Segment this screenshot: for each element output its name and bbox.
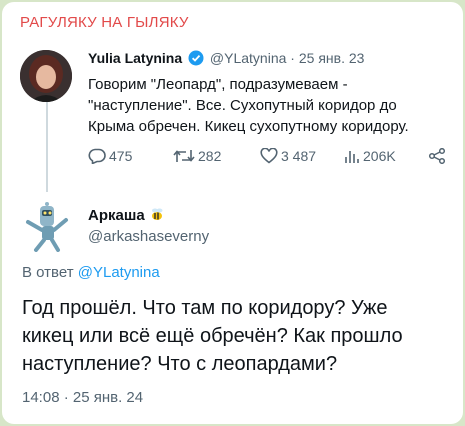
retweet-count: 282 bbox=[198, 148, 222, 164]
reply-author-name[interactable]: Аркаша bbox=[88, 206, 165, 226]
verified-badge-icon bbox=[188, 50, 204, 69]
share-action[interactable] bbox=[428, 148, 446, 164]
retweet-icon bbox=[173, 148, 195, 164]
reply-tweet-text: Год прошёл. Что там по коридору? Уже кик… bbox=[22, 294, 452, 378]
message-bubble: РАГУЛЯКУ НА ГЫЛЯКУ Yulia Latynina @YLaty… bbox=[2, 2, 463, 424]
thread-line bbox=[46, 102, 48, 192]
quoted-author-name[interactable]: Yulia Latynina bbox=[88, 50, 182, 66]
views-action[interactable]: 206K bbox=[344, 148, 396, 164]
retweet-action[interactable]: 282 bbox=[173, 148, 221, 164]
quoted-text-line: Крыма обречен. Кикец сухопутному коридор… bbox=[88, 118, 409, 135]
dot-separator: · bbox=[290, 50, 295, 66]
reply-to-line: В ответ @YLatynina bbox=[22, 264, 160, 281]
avatar-arkasha[interactable] bbox=[20, 200, 72, 252]
reply-action[interactable]: 475 bbox=[88, 148, 132, 164]
quoted-tweet-header: Yulia Latynina @YLatynina · 25 янв. 23 bbox=[88, 50, 364, 69]
reply-icon bbox=[88, 148, 106, 164]
quoted-date[interactable]: 25 янв. 23 bbox=[299, 50, 365, 66]
avatar-yulia-latynina[interactable] bbox=[20, 50, 72, 102]
like-count: 3 487 bbox=[281, 148, 317, 164]
quoted-tweet-text: Говорим "Леопард", подразумеваем - "наст… bbox=[88, 74, 458, 137]
reply-text-line: кикец или всё ещё обречён? Как прошло bbox=[22, 325, 403, 347]
channel-title[interactable]: РАГУЛЯКУ НА ГЫЛЯКУ bbox=[20, 14, 189, 31]
share-icon bbox=[428, 148, 446, 164]
reply-author-name-text: Аркаша bbox=[88, 207, 145, 224]
heart-icon bbox=[260, 148, 278, 164]
reply-to-prefix: В ответ bbox=[22, 264, 74, 281]
bee-emoji-icon bbox=[149, 206, 165, 226]
views-count: 206K bbox=[363, 148, 396, 164]
reply-text-line: Год прошёл. Что там по коридору? Уже bbox=[22, 297, 388, 319]
quoted-author-handle[interactable]: @YLatynina bbox=[210, 50, 286, 66]
reply-author-handle[interactable]: @arkashaseverny bbox=[88, 228, 209, 245]
quoted-text-line: "наступление". Все. Сухопутный коридор д… bbox=[88, 97, 397, 114]
reply-count: 475 bbox=[109, 148, 133, 164]
reply-text-line: наступление? Что с леопардами? bbox=[22, 353, 338, 375]
like-action[interactable]: 3 487 bbox=[260, 148, 316, 164]
views-icon bbox=[344, 148, 360, 164]
reply-timestamp[interactable]: 14:08 · 25 янв. 24 bbox=[22, 389, 143, 406]
reply-to-handle-link[interactable]: @YLatynina bbox=[78, 264, 160, 281]
quoted-text-line: Говорим "Леопард", подразумеваем - bbox=[88, 76, 348, 93]
